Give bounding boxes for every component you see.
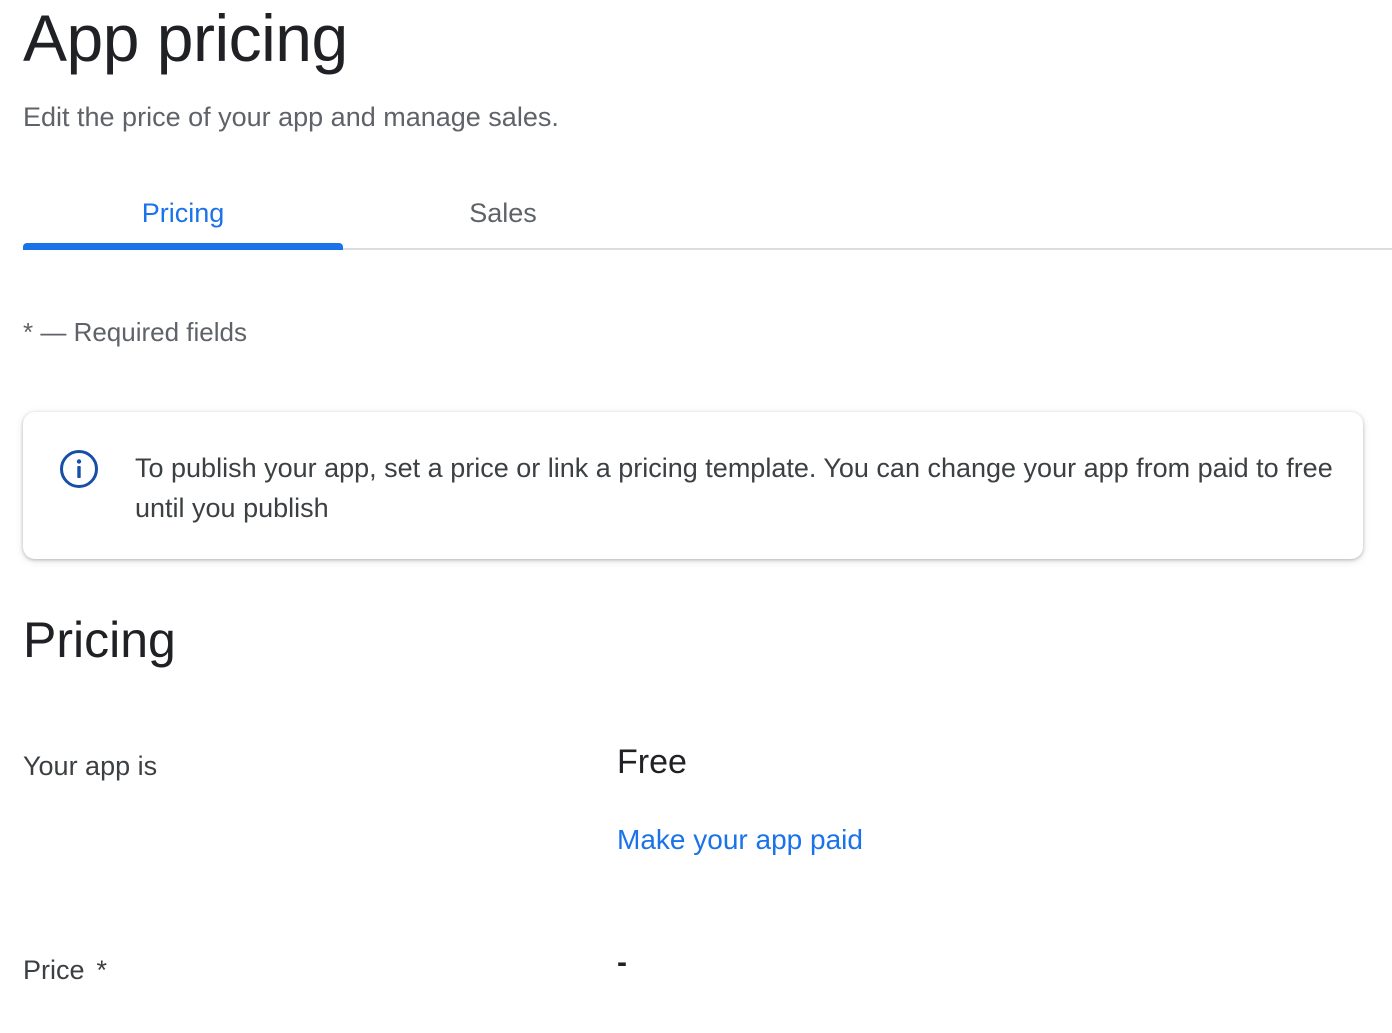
tab-sales[interactable]: Sales xyxy=(343,178,663,248)
app-pricing-page: App pricing Edit the price of your app a… xyxy=(0,0,1392,1033)
price-label: Price xyxy=(23,955,85,985)
tab-pricing-label: Pricing xyxy=(141,197,225,228)
info-icon xyxy=(59,449,99,489)
tab-bar: Pricing Sales xyxy=(23,178,1392,250)
required-marker: * xyxy=(96,955,108,985)
app-is-label: Your app is xyxy=(23,751,158,781)
make-app-paid-link[interactable]: Make your app paid xyxy=(617,822,863,858)
tab-pricing[interactable]: Pricing xyxy=(23,178,343,250)
info-banner: To publish your app, set a price or link… xyxy=(23,412,1363,559)
required-fields-note: * — Required fields xyxy=(23,317,247,347)
tab-sales-label: Sales xyxy=(469,197,537,228)
page-title: App pricing xyxy=(23,1,348,75)
price-label-row: Price * xyxy=(23,952,107,988)
info-banner-text: To publish your app, set a price or link… xyxy=(135,453,1333,523)
active-tab-indicator xyxy=(23,243,343,250)
app-status-value: Free xyxy=(617,743,687,781)
page-subtitle: Edit the price of your app and manage sa… xyxy=(23,102,559,132)
price-value: - xyxy=(617,946,627,979)
pricing-section-title: Pricing xyxy=(23,612,176,668)
